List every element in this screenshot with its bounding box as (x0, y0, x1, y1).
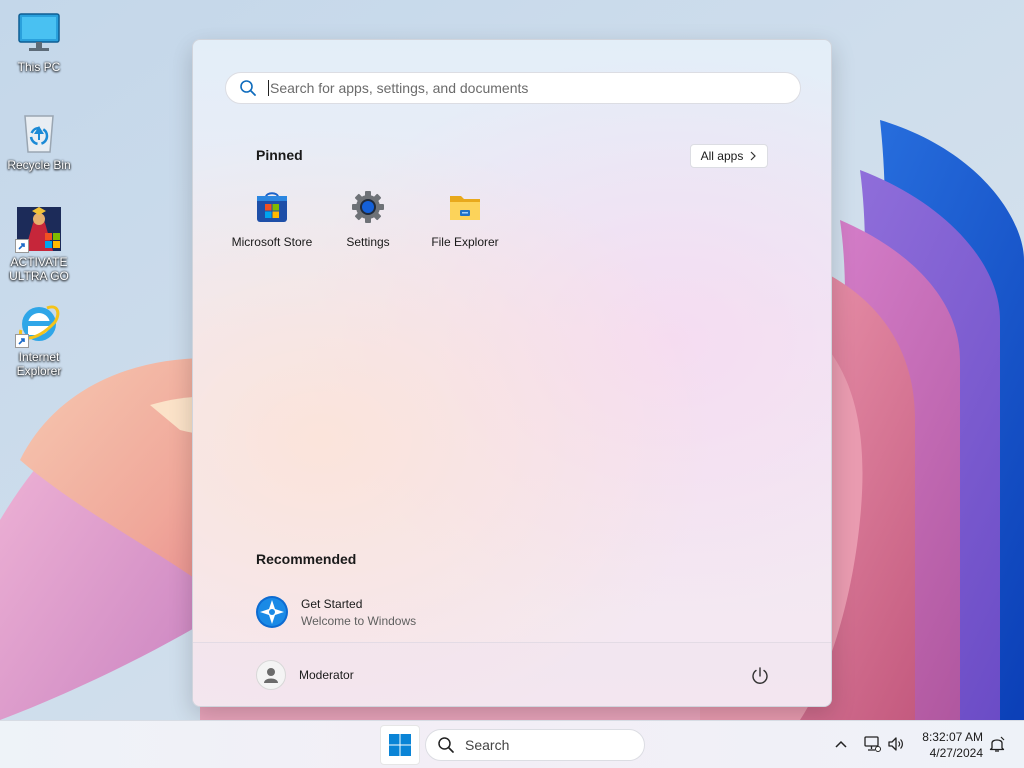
activate-app-icon (15, 205, 63, 253)
windows-logo-icon (389, 734, 411, 756)
recommended-item-get-started[interactable]: Get Started Welcome to Windows (256, 595, 416, 629)
shortcut-arrow-icon (15, 239, 29, 253)
desktop-icon-internet-explorer[interactable]: Internet Explorer (0, 300, 78, 378)
desktop-icon-label: ACTIVATE ULTRA GO (9, 255, 69, 283)
pinned-app-file-explorer[interactable]: File Explorer (417, 190, 513, 249)
start-search-box[interactable] (225, 72, 801, 104)
recycle-bin-icon (15, 108, 63, 156)
avatar (256, 660, 286, 690)
pinned-app-label: Microsoft Store (231, 235, 313, 249)
pinned-app-microsoft-store[interactable]: Microsoft Store (224, 190, 320, 249)
start-menu: Pinned All apps Microsoft Store (192, 39, 832, 707)
volume-icon[interactable] (886, 734, 906, 754)
recommended-item-subtitle: Welcome to Windows (301, 613, 417, 628)
internet-explorer-icon (15, 300, 63, 348)
all-apps-label: All apps (700, 149, 744, 163)
network-icon[interactable] (862, 734, 882, 754)
desktop-icon-this-pc[interactable]: This PC (0, 10, 78, 74)
settings-gear-icon (352, 191, 384, 223)
user-account-button[interactable]: Moderator (256, 659, 354, 691)
taskbar-search-label: Search (465, 737, 510, 753)
chevron-right-icon (750, 151, 757, 161)
desktop-icon-recycle-bin[interactable]: Recycle Bin (0, 108, 78, 172)
system-clock[interactable]: 8:32:07 AM 4/27/2024 (913, 729, 983, 761)
power-icon[interactable] (749, 665, 771, 687)
shortcut-arrow-icon (15, 334, 29, 348)
pinned-app-settings[interactable]: Settings (320, 190, 416, 249)
search-icon (240, 80, 256, 96)
pinned-app-label: File Explorer (431, 235, 499, 249)
get-started-icon (256, 596, 288, 628)
start-search-input[interactable] (270, 80, 800, 96)
search-icon (438, 737, 454, 753)
recommended-title: Recommended (256, 551, 357, 567)
desktop-icon-label: This PC (17, 60, 61, 74)
text-caret (268, 80, 269, 96)
chevron-up-icon[interactable] (831, 734, 851, 754)
recommended-item-title: Get Started (301, 596, 363, 611)
notification-icon[interactable] (987, 734, 1007, 754)
file-explorer-folder-icon (450, 196, 480, 220)
taskbar-search-box[interactable]: Search (425, 729, 645, 761)
user-icon (264, 668, 278, 683)
microsoft-store-icon (257, 192, 287, 222)
user-name: Moderator (299, 668, 354, 682)
taskbar: Search 8:32:07 AM 4/27/2024 (0, 720, 1024, 768)
monitor-icon (15, 10, 63, 58)
desktop-icon-label: Internet Explorer (16, 350, 62, 378)
desktop-icon-label: Recycle Bin (7, 158, 71, 172)
clock-time: 8:32:07 AM (922, 730, 983, 744)
all-apps-button[interactable]: All apps (690, 144, 768, 168)
pinned-app-label: Settings (346, 235, 390, 249)
start-button[interactable] (380, 725, 420, 765)
desktop-icon-activate-ultra-go[interactable]: ACTIVATE ULTRA GO (0, 205, 78, 283)
pinned-title: Pinned (256, 147, 303, 163)
clock-date: 4/27/2024 (929, 746, 983, 760)
start-menu-footer: Moderator (193, 642, 831, 706)
